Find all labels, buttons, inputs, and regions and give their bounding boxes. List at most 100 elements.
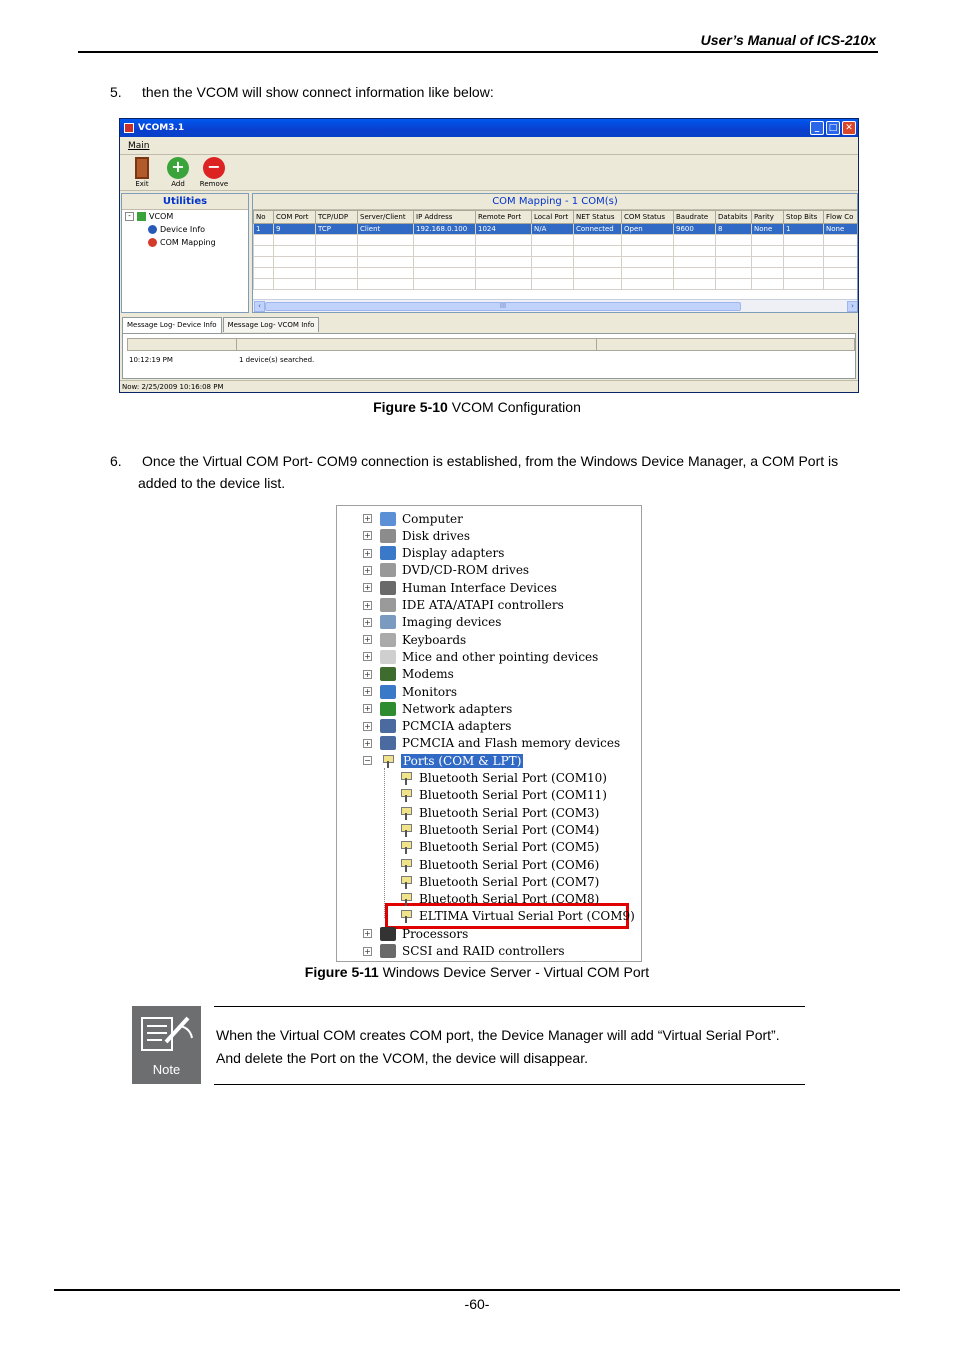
expand-icon[interactable]: + [363, 635, 372, 645]
device-category[interactable]: + Monitors [363, 683, 457, 700]
minimize-button[interactable]: _ [810, 121, 824, 135]
expand-icon[interactable]: + [363, 531, 372, 541]
ports-category[interactable]: − Ports (COM & LPT) [363, 752, 524, 769]
scroll-right-icon[interactable]: › [847, 301, 857, 312]
expand-icon[interactable]: + [363, 721, 372, 731]
table-cell [715, 256, 752, 268]
table-cell [751, 278, 784, 290]
expand-icon[interactable]: + [363, 652, 372, 662]
device-category[interactable]: + IDE ATA/ATAPI controllers [363, 597, 564, 614]
close-button[interactable]: ✕ [842, 121, 856, 135]
expand-icon[interactable]: + [363, 946, 372, 956]
device-category[interactable]: + Keyboards [363, 631, 466, 648]
port-item[interactable]: Bluetooth Serial Port (COM10) [398, 770, 607, 787]
table-cell [273, 267, 316, 279]
remove-button[interactable]: − Remove [198, 157, 230, 188]
device-category[interactable]: + Display adapters [363, 545, 504, 562]
device-category[interactable]: + Human Interface Devices [363, 579, 557, 596]
table-cell [715, 267, 752, 279]
step-6: 6. Once the Virtual COM Port- COM9 conne… [110, 450, 880, 494]
device-category[interactable]: + SCSI and RAID controllers [363, 943, 565, 960]
table-cell [751, 245, 784, 257]
port-item[interactable]: Bluetooth Serial Port (COM5) [398, 839, 599, 856]
expand-icon[interactable]: + [363, 617, 372, 627]
expand-icon[interactable]: + [363, 565, 372, 575]
exit-button[interactable]: Exit [126, 157, 158, 188]
tab-vcom-info-log[interactable]: Message Log- VCOM Info [222, 317, 320, 332]
table-cell [673, 234, 716, 246]
table-cell [413, 234, 476, 246]
column-header[interactable]: Remote Port [475, 210, 532, 224]
tree-root[interactable]: - VCOM [122, 210, 248, 223]
step-number: 5. [110, 84, 122, 100]
note-icon: Note [132, 1006, 201, 1084]
table-cell [823, 256, 857, 268]
device-label: PCMCIA and Flash memory devices [402, 736, 621, 751]
eltima-port-item[interactable]: ELTIMA Virtual Serial Port (COM9) [398, 908, 635, 925]
add-button[interactable]: + Add [162, 157, 194, 188]
column-header[interactable]: Databits [715, 210, 752, 224]
device-category[interactable]: + Processors [363, 925, 468, 942]
device-category-icon [380, 719, 396, 734]
expand-icon[interactable]: + [363, 687, 372, 696]
expand-icon[interactable]: + [363, 514, 372, 523]
menu-main[interactable]: Main [128, 141, 150, 151]
column-header[interactable]: Stop Bits [783, 210, 824, 224]
maximize-button[interactable]: □ [826, 121, 840, 135]
expand-icon[interactable]: + [363, 583, 372, 593]
toolbar: Exit + Add − Remove [120, 155, 858, 191]
table-cell [673, 256, 716, 268]
table-cell [621, 234, 674, 246]
column-header[interactable]: Flow Co [823, 210, 857, 224]
table-cell: N/A [531, 223, 574, 235]
tree-com-mapping[interactable]: COM Mapping [122, 236, 248, 249]
device-category[interactable]: + Disk drives [363, 527, 470, 544]
tree-device-info[interactable]: Device Info [122, 223, 248, 236]
column-header[interactable]: COM Port [273, 210, 316, 224]
device-category[interactable]: + PCMCIA adapters [363, 718, 511, 735]
port-item[interactable]: Bluetooth Serial Port (COM6) [398, 856, 599, 873]
device-category[interactable]: + PCMCIA and Flash memory devices [363, 735, 620, 752]
expand-icon[interactable]: + [363, 548, 372, 558]
device-category-icon [380, 944, 396, 958]
tab-device-info-log[interactable]: Message Log- Device Info [122, 317, 222, 333]
column-header[interactable]: No [253, 210, 274, 224]
device-category[interactable]: + Network adapters [363, 700, 512, 717]
table-row[interactable]: 1 9 TCP Client 192.168.0.100 1024 N/A Connected… [253, 223, 857, 235]
expand-icon[interactable]: + [363, 600, 372, 610]
device-category[interactable]: + Modems [363, 666, 454, 683]
expand-icon[interactable]: + [363, 929, 372, 939]
horizontal-scrollbar[interactable]: ‹ III › [253, 299, 857, 312]
port-item[interactable]: Bluetooth Serial Port (COM11) [398, 787, 607, 804]
column-header[interactable]: Local Port [531, 210, 574, 224]
device-category[interactable]: + Computer [363, 510, 463, 527]
device-category-icon [380, 649, 396, 664]
column-header[interactable]: IP Address [413, 210, 476, 224]
serial-port-icon [398, 892, 414, 907]
expand-icon[interactable]: + [363, 738, 372, 748]
table-cell [573, 256, 622, 268]
column-header[interactable]: NET Status [573, 210, 622, 224]
expand-icon[interactable]: + [363, 669, 372, 679]
scroll-left-icon[interactable]: ‹ [254, 301, 265, 312]
table-cell [573, 278, 622, 290]
device-category[interactable]: + DVD/CD-ROM drives [363, 562, 529, 579]
column-header[interactable]: COM Status [621, 210, 674, 224]
collapse-icon[interactable]: − [363, 756, 372, 766]
scroll-thumb[interactable]: III [265, 302, 741, 311]
expand-icon[interactable]: + [363, 704, 372, 714]
port-item[interactable]: Bluetooth Serial Port (COM8) [398, 891, 599, 908]
column-header[interactable]: Parity [751, 210, 784, 224]
port-item[interactable]: Bluetooth Serial Port (COM4) [398, 821, 599, 838]
device-label: Keyboards [402, 632, 467, 647]
serial-port-icon [398, 840, 414, 855]
table-cell [273, 245, 316, 257]
device-category-icon [380, 598, 396, 612]
column-header[interactable]: Server/Client [357, 210, 414, 224]
device-category[interactable]: + Mice and other pointing devices [363, 648, 598, 665]
column-header[interactable]: TCP/UDP [315, 210, 358, 224]
device-category[interactable]: + Imaging devices [363, 614, 501, 631]
column-header[interactable]: Baudrate [673, 210, 716, 224]
port-item[interactable]: Bluetooth Serial Port (COM3) [398, 804, 599, 821]
port-item[interactable]: Bluetooth Serial Port (COM7) [398, 873, 599, 890]
